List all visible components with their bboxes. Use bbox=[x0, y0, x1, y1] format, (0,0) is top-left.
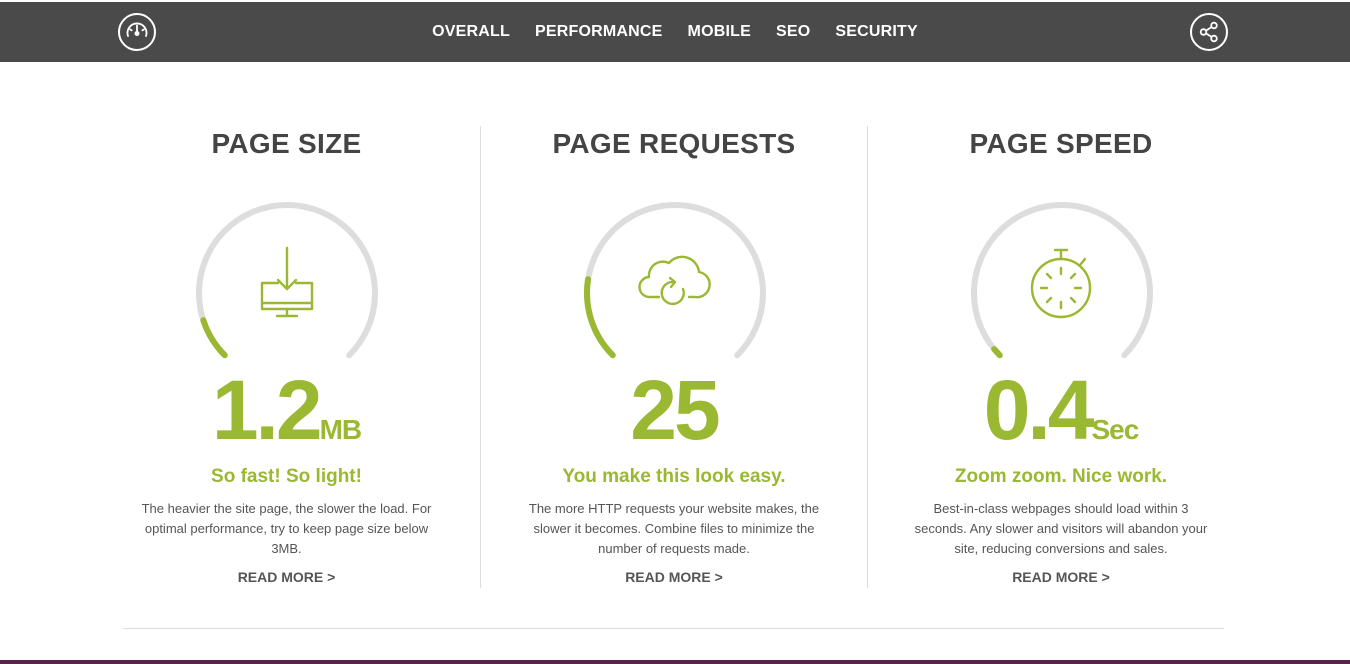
page-size-card: PAGE SIZE 1.2MB So fast! So light! The h… bbox=[93, 126, 480, 588]
page-requests-gauge bbox=[584, 202, 766, 359]
footer-strip bbox=[0, 660, 1350, 664]
page-requests-card: PAGE REQUESTS 25 You make this look easy… bbox=[480, 126, 867, 588]
gauge-track bbox=[971, 202, 1153, 359]
read-more-link[interactable]: READ MORE > bbox=[93, 569, 480, 585]
card-title: PAGE SPEED bbox=[969, 128, 1153, 159]
nav-overall[interactable]: OVERALL bbox=[432, 23, 510, 41]
page-size-value: 1.2MB bbox=[93, 368, 480, 452]
page-speed-card: PAGE SPEED 0.4Sec Zoom zoom. Nice work. … bbox=[867, 126, 1254, 588]
cloud-refresh-icon bbox=[638, 255, 711, 306]
metric-number: 0.4 bbox=[983, 363, 1095, 457]
read-more-link[interactable]: READ MORE > bbox=[481, 569, 867, 585]
gauge-fill bbox=[584, 276, 616, 359]
card-description: The heavier the site page, the slower th… bbox=[141, 501, 432, 556]
share-icon[interactable] bbox=[1190, 13, 1228, 51]
page-requests-value: 25 bbox=[481, 368, 867, 452]
gauge-fill bbox=[200, 317, 228, 359]
gauge-track bbox=[584, 202, 766, 359]
card-title: PAGE SIZE bbox=[211, 128, 362, 159]
card-tagline: You make this look easy. bbox=[562, 466, 786, 487]
metric-unit: MB bbox=[319, 414, 363, 445]
card-tagline: Zoom zoom. Nice work. bbox=[954, 466, 1168, 487]
download-monitor-icon bbox=[260, 246, 314, 318]
nav-seo[interactable]: SEO bbox=[776, 23, 810, 41]
nav-security[interactable]: SECURITY bbox=[835, 23, 918, 41]
card-description: The more HTTP requests your website make… bbox=[528, 501, 820, 556]
top-navigation-bar: OVERALL PERFORMANCE MOBILE SEO SECURITY bbox=[0, 2, 1350, 62]
card-title: PAGE REQUESTS bbox=[552, 128, 796, 159]
stopwatch-icon bbox=[1030, 248, 1092, 319]
metric-unit: Sec bbox=[1091, 414, 1139, 445]
main-nav: OVERALL PERFORMANCE MOBILE SEO SECURITY bbox=[0, 2, 1350, 62]
gauge-fill bbox=[991, 346, 1003, 359]
metric-number: 1.2 bbox=[211, 363, 323, 457]
card-tagline: So fast! So light! bbox=[211, 466, 362, 487]
metric-number: 25 bbox=[630, 363, 720, 457]
card-description: Best-in-class webpages should load withi… bbox=[914, 501, 1208, 556]
metrics-panel: PAGE SIZE 1.2MB So fast! So light! The h… bbox=[93, 126, 1254, 588]
page-speed-gauge bbox=[971, 202, 1153, 359]
nav-performance[interactable]: PERFORMANCE bbox=[535, 23, 663, 41]
page-size-gauge bbox=[196, 202, 378, 359]
read-more-link[interactable]: READ MORE > bbox=[868, 569, 1254, 585]
page-speed-value: 0.4Sec bbox=[868, 368, 1254, 452]
section-divider bbox=[123, 628, 1224, 629]
nav-mobile[interactable]: MOBILE bbox=[688, 23, 751, 41]
